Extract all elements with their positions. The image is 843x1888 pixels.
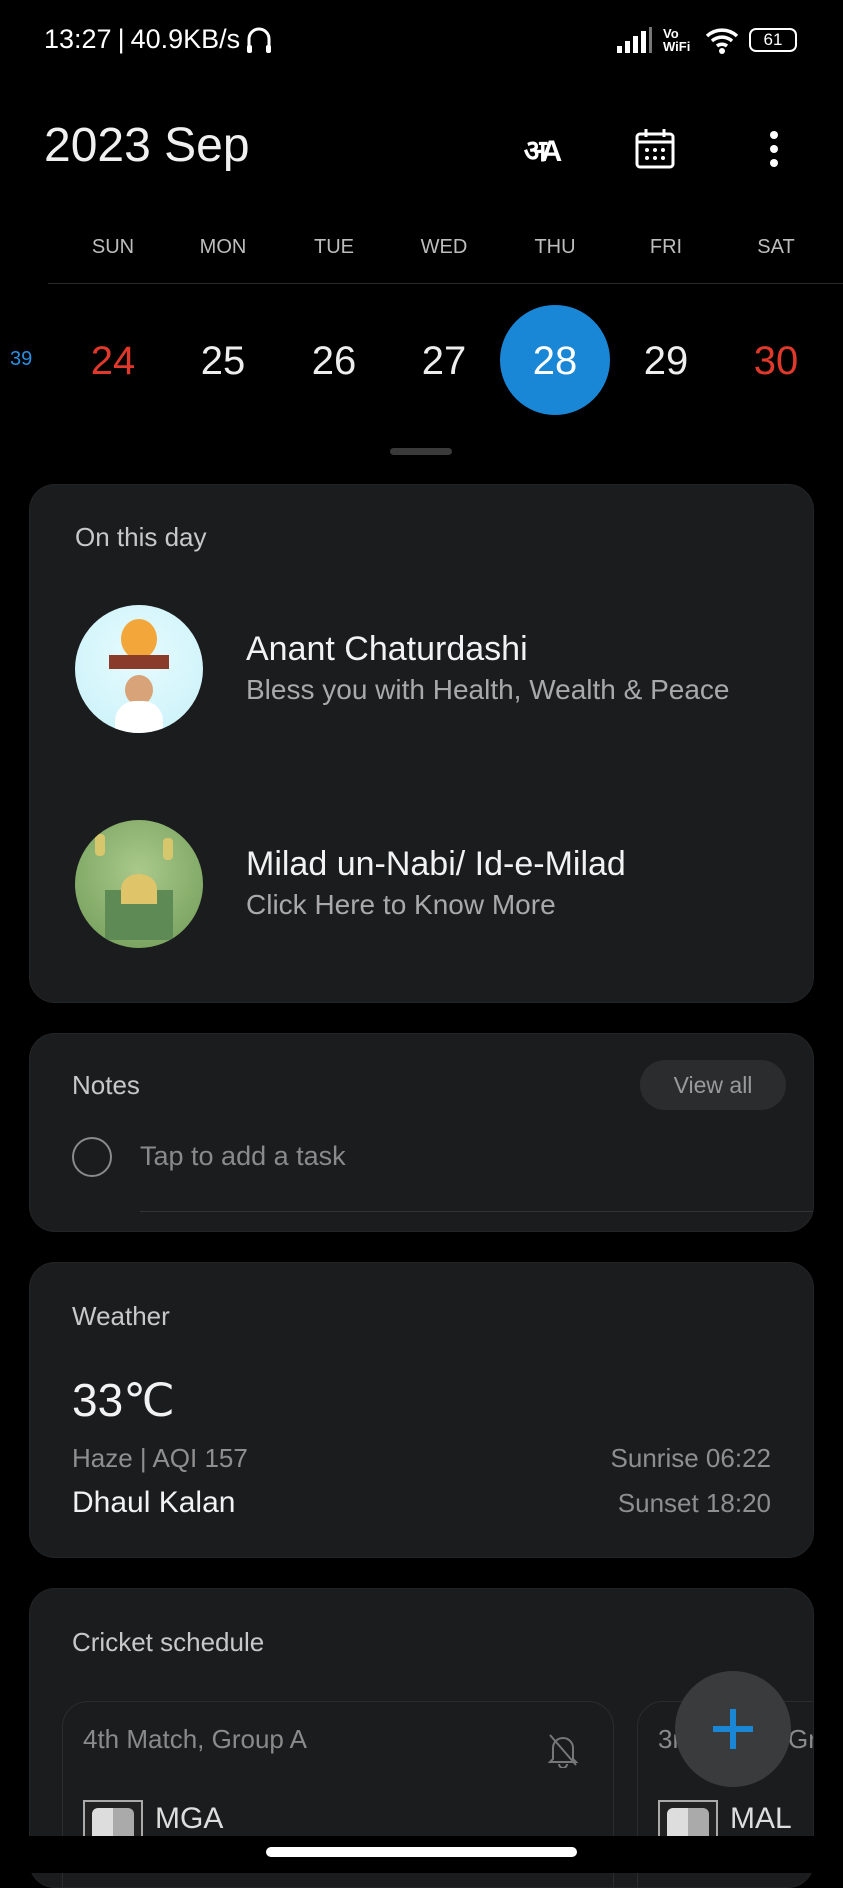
ganesha-image [75, 605, 203, 733]
battery-level: 61 [763, 30, 783, 49]
add-button[interactable] [675, 1671, 791, 1787]
status-bar: 13:27 | 40.9KB/s [44, 24, 272, 55]
date-27[interactable]: 27 [389, 333, 499, 389]
team-name: MAL [730, 1802, 792, 1835]
event-subtitle: Click Here to Know More [246, 889, 556, 920]
date-29[interactable]: 29 [611, 333, 721, 389]
add-task-input[interactable]: Tap to add a task [140, 1141, 346, 1172]
home-indicator[interactable] [266, 1847, 577, 1857]
more-options-button[interactable] [751, 126, 797, 172]
wifi-icon [705, 28, 739, 54]
weekday-fri: FRI [649, 236, 683, 258]
date-26[interactable]: 26 [279, 333, 389, 389]
date-24[interactable]: 24 [58, 333, 168, 389]
event-title: Milad un-Nabi/ Id-e-Milad [246, 845, 626, 883]
task-checkbox[interactable] [72, 1137, 112, 1177]
vowifi-label: Vo WiFi [663, 26, 691, 54]
page-title: 2023 Sep [44, 119, 250, 172]
weekday-tue: TUE [314, 236, 354, 258]
calendar-icon [635, 129, 675, 169]
weekday-sun: SUN [91, 236, 135, 258]
weekday-thu: THU [534, 236, 576, 258]
temperature: 33℃ [72, 1374, 175, 1426]
weekday-mon: MON [199, 236, 247, 258]
event-title: Anant Chaturdashi [246, 630, 528, 668]
weekday-wed: WED [420, 236, 468, 258]
language-toggle-button[interactable]: अA [517, 126, 563, 172]
view-all-button[interactable]: View all [640, 1060, 786, 1110]
notes-card: Notes View all Tap to add a task [29, 1033, 814, 1232]
battery-icon: 61 [749, 28, 797, 52]
language-icon: अA [523, 134, 563, 168]
signal-icon [617, 27, 652, 53]
week-number: 39 [10, 348, 33, 370]
team-name: MGA [155, 1802, 224, 1835]
event-subtitle: Bless you with Health, Wealth & Peace [246, 674, 730, 705]
status-icons: Vo WiFi 61 [617, 26, 797, 54]
weather-condition: Haze | AQI 157 [72, 1443, 248, 1473]
weather-card[interactable]: Weather 33℃ Haze | AQI 157 Dhaul Kalan S… [29, 1262, 814, 1558]
sunset-time: Sunset 18:20 [617, 1488, 771, 1518]
divider [48, 283, 843, 284]
on-this-day-label: On this day [75, 522, 207, 552]
headphones-icon [247, 27, 272, 53]
calendar-view-button[interactable] [632, 126, 678, 172]
divider [140, 1211, 813, 1212]
more-vertical-icon [770, 131, 778, 167]
weekday-sat: SAT [757, 236, 795, 258]
weather-label: Weather [72, 1301, 170, 1331]
match-title: 4th Match, Group A [83, 1724, 308, 1754]
mosque-image [75, 820, 203, 948]
date-30[interactable]: 30 [721, 333, 831, 389]
network-speed: 40.9KB/s [130, 24, 241, 54]
drag-handle[interactable] [390, 448, 452, 455]
plus-icon [713, 1709, 753, 1749]
on-this-day-card: On this day Anant Chaturdashi Bless you … [29, 484, 814, 1003]
notes-label: Notes [72, 1070, 140, 1100]
bell-off-icon[interactable] [547, 1732, 579, 1768]
cricket-label: Cricket schedule [72, 1627, 265, 1657]
date-28[interactable]: 28 [500, 333, 610, 389]
sunrise-time: Sunrise 06:22 [610, 1443, 771, 1473]
location: Dhaul Kalan [72, 1486, 236, 1519]
date-25[interactable]: 25 [168, 333, 278, 389]
status-time: 13:27 [44, 24, 112, 54]
status-separator: | [117, 24, 125, 54]
